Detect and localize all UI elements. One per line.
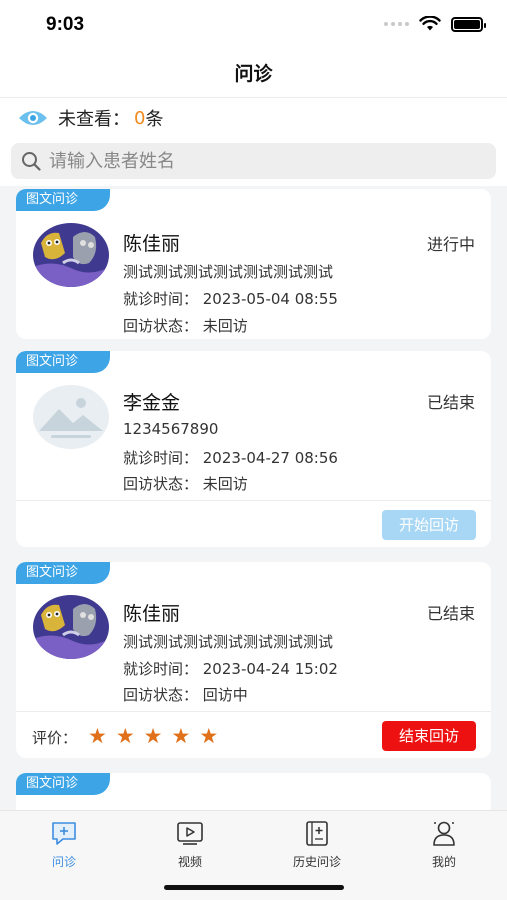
card-divider bbox=[16, 500, 491, 501]
avatar bbox=[33, 595, 109, 659]
start-followup-button[interactable]: 开始回访 bbox=[382, 510, 476, 540]
video-icon bbox=[177, 822, 203, 845]
tab-history[interactable]: 历史问诊 bbox=[267, 819, 367, 870]
avatar bbox=[33, 385, 109, 449]
eye-icon bbox=[19, 111, 47, 125]
unread-label: 未查看： bbox=[58, 109, 130, 130]
star-icon: ★ bbox=[143, 724, 163, 748]
visit-time: 就诊时间： 2023-04-27 08:56 bbox=[123, 449, 338, 467]
consult-type-tag: 图文问诊 bbox=[16, 351, 110, 373]
search-icon bbox=[22, 152, 41, 171]
history-record-icon bbox=[306, 821, 328, 846]
search-input[interactable] bbox=[49, 150, 469, 172]
consult-status: 已结束 bbox=[426, 393, 475, 412]
consult-description: 测试测试测试测试测试测试测试 bbox=[123, 263, 334, 281]
end-followup-button[interactable]: 结束回访 bbox=[382, 721, 476, 751]
patient-name: 李金金 bbox=[123, 392, 181, 414]
battery-icon bbox=[451, 16, 486, 32]
visit-time: 就诊时间： 2023-05-04 08:55 bbox=[123, 290, 338, 308]
tab-label: 我的 bbox=[431, 855, 456, 869]
patient-name: 陈佳丽 bbox=[123, 233, 181, 255]
followup-status: 回访状态： 未回访 bbox=[123, 317, 248, 335]
consult-description: 测试测试测试测试测试测试测试 bbox=[123, 633, 334, 651]
wifi-icon bbox=[419, 16, 441, 31]
status-time: 9:03 bbox=[46, 14, 85, 35]
consult-type-tag: 图文问诊 bbox=[16, 773, 110, 795]
star-icon: ★ bbox=[115, 724, 135, 748]
unread-count: 0 bbox=[134, 107, 146, 129]
visit-time: 就诊时间： 2023-04-24 15:02 bbox=[123, 660, 338, 678]
avatar bbox=[33, 223, 109, 287]
status-indicators bbox=[384, 16, 486, 32]
consultation-card[interactable]: 图文问诊 陈佳丽 已结束 测试测试测试测试测试测试测试 就诊时间： 2023-0… bbox=[16, 562, 491, 758]
consultation-card[interactable]: 图文问诊 李金金 已结束 1234567890 就诊时间： 2023-04-27… bbox=[16, 351, 491, 547]
consult-description: 1234567890 bbox=[123, 420, 219, 438]
tab-label: 视频 bbox=[177, 855, 202, 869]
status-bar: 9:03 bbox=[0, 0, 507, 52]
rating-stars: ★ ★ ★ ★ ★ bbox=[88, 726, 218, 747]
unread-summary: 未查看： 0 条 bbox=[0, 98, 507, 138]
tab-label: 历史问诊 bbox=[292, 855, 341, 869]
home-indicator bbox=[164, 885, 344, 890]
consultation-card[interactable]: 图文问诊 bbox=[16, 773, 491, 810]
consult-status: 已结束 bbox=[426, 604, 475, 623]
consult-status: 进行中 bbox=[426, 235, 475, 254]
signal-icon bbox=[384, 22, 409, 26]
page-title: 问诊 bbox=[234, 63, 273, 85]
star-icon: ★ bbox=[199, 724, 219, 748]
profile-icon bbox=[433, 821, 455, 846]
card-divider bbox=[16, 711, 491, 712]
chat-consult-icon bbox=[52, 822, 76, 845]
search-box[interactable] bbox=[11, 143, 496, 179]
patient-name: 陈佳丽 bbox=[123, 603, 181, 625]
tab-profile[interactable]: 我的 bbox=[394, 819, 494, 870]
tab-consult[interactable]: 问诊 bbox=[14, 819, 114, 870]
tab-label: 问诊 bbox=[51, 855, 76, 869]
consult-type-tag: 图文问诊 bbox=[16, 562, 110, 584]
unread-unit: 条 bbox=[145, 109, 164, 130]
nav-bar: 问诊 bbox=[0, 52, 507, 98]
tab-video[interactable]: 视频 bbox=[140, 819, 240, 870]
rating-label: 评价： bbox=[32, 729, 78, 747]
star-icon: ★ bbox=[88, 724, 107, 748]
star-icon: ★ bbox=[171, 724, 191, 748]
consultation-list[interactable]: 图文问诊 陈佳丽 进行中 测试测试测试测试测试测试测试 就诊时间： 2023-0… bbox=[0, 186, 507, 810]
followup-status: 回访状态： 回访中 bbox=[123, 686, 248, 704]
followup-status: 回访状态： 未回访 bbox=[123, 475, 248, 493]
search-bar bbox=[0, 138, 507, 186]
consultation-card[interactable]: 图文问诊 陈佳丽 进行中 测试测试测试测试测试测试测试 就诊时间： 2023-0… bbox=[16, 189, 491, 339]
consult-type-tag: 图文问诊 bbox=[16, 189, 110, 211]
